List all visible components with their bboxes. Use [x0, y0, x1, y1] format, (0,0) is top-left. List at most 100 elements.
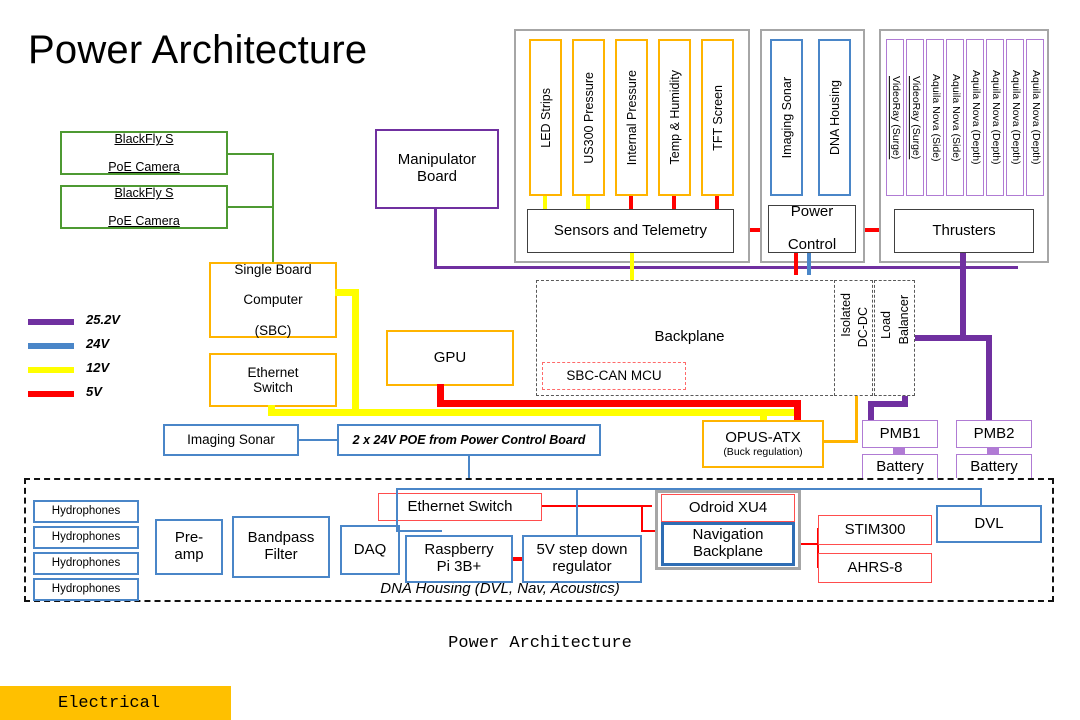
wire-sensor-stub-0 [543, 196, 547, 210]
pre-amp-label: Pre- amp [174, 529, 204, 563]
legend-swatch-24v [28, 343, 74, 349]
sensor-module-3[interactable]: Temp & Humidity [658, 39, 691, 196]
sensor-module-1[interactable]: US300 Pressure [572, 39, 605, 196]
electrical-tag-chip[interactable]: Electrical [0, 686, 231, 720]
thruster-module-4[interactable]: Aquila Nova (Depth) [966, 39, 984, 196]
pmb1[interactable]: PMB1 [862, 420, 938, 448]
load-balancer[interactable]: Load Balancer [874, 280, 915, 396]
hydrophone-1-label: Hydrophones [51, 531, 121, 544]
pmb2-battery[interactable]: Battery [956, 454, 1032, 480]
thruster-module-1[interactable]: VideoRay (Surge) [906, 39, 924, 196]
ethernet-switch-top[interactable]: Ethernet Switch [209, 353, 337, 407]
sensor-module-1-label: US300 Pressure [581, 71, 596, 164]
sbc-line1: Single Board [234, 262, 312, 278]
sensor-module-2-label: Internal Pressure [624, 69, 639, 166]
thruster-module-5[interactable]: Aquila Nova (Depth) [986, 39, 1004, 196]
power-control-line1: Power [790, 202, 834, 220]
thruster-module-7[interactable]: Aquila Nova (Depth) [1026, 39, 1044, 196]
manipulator-board[interactable]: Manipulator Board [375, 129, 499, 209]
sensors-telemetry-footer-label: Sensors and Telemetry [553, 221, 708, 239]
slide-caption: Power Architecture [448, 634, 632, 653]
pc-module-1-label: DNA Housing [827, 79, 842, 156]
wire-pmb2-drop [986, 335, 992, 422]
camera1-line2: PoE Camera [108, 160, 180, 174]
thruster-module-3[interactable]: Aquila Nova (Side) [946, 39, 964, 196]
navigation-backplane[interactable]: Navigation Backplane [661, 522, 795, 566]
sbc-can-mcu[interactable]: SBC-CAN MCU [542, 362, 686, 390]
wire-dcdc-to-opus-h [824, 440, 858, 443]
dvl[interactable]: DVL [936, 505, 1042, 543]
wire-eth-odroid-v [641, 505, 643, 531]
single-board-computer[interactable]: Single Board Computer (SBC) [209, 262, 337, 338]
sensor-module-4[interactable]: TFT Screen [701, 39, 734, 196]
legend-label-5v: 5V [86, 384, 102, 399]
raspberry-pi[interactable]: Raspberry Pi 3B+ [405, 535, 513, 583]
camera2-line2: PoE Camera [108, 214, 180, 228]
sensor-module-2[interactable]: Internal Pressure [615, 39, 648, 196]
isolated-dcdc[interactable]: Isolated DC-DC [834, 280, 873, 396]
sbc-can-mcu-label: SBC-CAN MCU [566, 368, 662, 384]
load-balancer-l1: Load [879, 311, 893, 339]
hydrophone-3[interactable]: Hydrophones [33, 578, 139, 601]
dna-ethernet-switch[interactable]: Ethernet Switch [378, 493, 542, 521]
sensor-module-3-label: Temp & Humidity [667, 70, 682, 165]
thruster-module-1-label: VideoRay (Surge) [909, 75, 922, 160]
hydrophone-3-label: Hydrophones [51, 583, 121, 596]
pc-module-imaging-sonar[interactable]: Imaging Sonar [770, 39, 803, 196]
ahrs8-label: AHRS-8 [847, 558, 903, 576]
wire-sensor-stub-4 [715, 196, 719, 210]
wire-camera1-to-sbc [228, 153, 274, 155]
thruster-module-4-label: Aquila Nova (Depth) [969, 70, 982, 165]
bandpass-filter[interactable]: Bandpass Filter [232, 516, 330, 578]
diagram-canvas: Power Architecture 25.2V 24V 12V 5V Blac… [0, 0, 1080, 720]
thrusters-footer[interactable]: Thrusters [894, 209, 1034, 253]
sensor-module-0-label: LED Strips [538, 87, 553, 148]
hydrophone-2-label: Hydrophones [51, 557, 121, 570]
backplane-label: Backplane [654, 328, 725, 345]
thruster-module-5-label: Aquila Nova (Depth) [989, 70, 1002, 165]
daq[interactable]: DAQ [340, 525, 400, 575]
pre-amp[interactable]: Pre- amp [155, 519, 223, 575]
wire-powerctrl-5v-drop [794, 253, 798, 275]
legend-swatch-5v [28, 391, 74, 397]
hydrophone-2[interactable]: Hydrophones [33, 552, 139, 575]
hydrophone-0[interactable]: Hydrophones [33, 500, 139, 523]
power-control-footer[interactable]: Power Control [768, 202, 856, 253]
wire-eth-to-odroid-h [542, 505, 652, 507]
thruster-module-2-label: Aquila Nova (Side) [929, 73, 942, 162]
wire-5v-bus [437, 400, 801, 407]
pc-module-dna-housing[interactable]: DNA Housing [818, 39, 851, 196]
thruster-module-2[interactable]: Aquila Nova (Side) [926, 39, 944, 196]
camera1-line1: BlackFly S [114, 132, 174, 146]
stim300[interactable]: STIM300 [818, 515, 932, 545]
wire-dcdc-to-opus-v [855, 396, 858, 442]
ethernet-switch-top-label: Ethernet Switch [247, 364, 299, 395]
manipulator-board-label: Manipulator Board [397, 151, 477, 185]
gpu-box[interactable]: GPU [386, 330, 514, 386]
odroid-xu4[interactable]: Odroid XU4 [661, 494, 795, 522]
regulator[interactable]: 5V step down regulator [522, 535, 642, 583]
wire-nav-blue-left-v [396, 488, 398, 532]
legend-swatch-25v [28, 319, 74, 325]
ahrs8[interactable]: AHRS-8 [818, 553, 932, 583]
legend-label-25v: 25.2V [86, 312, 120, 327]
pmb1-battery[interactable]: Battery [862, 454, 938, 480]
thrusters-footer-label: Thrusters [932, 221, 996, 239]
hydrophone-1[interactable]: Hydrophones [33, 526, 139, 549]
sensors-telemetry-footer[interactable]: Sensors and Telemetry [527, 209, 734, 253]
legend-label-12v: 12V [86, 360, 110, 375]
thruster-module-7-label: Aquila Nova (Depth) [1029, 70, 1042, 165]
sensor-module-0[interactable]: LED Strips [529, 39, 562, 196]
opus-atx[interactable]: OPUS-ATX (Buck regulation) [702, 420, 824, 468]
pmb2[interactable]: PMB2 [956, 420, 1032, 448]
blackfly-camera-1[interactable]: BlackFly S PoE Camera [60, 131, 228, 175]
poe-note-label: 2 x 24V POE from Power Control Board [352, 433, 586, 447]
imaging-sonar-left[interactable]: Imaging Sonar [163, 424, 299, 456]
poe-note-box[interactable]: 2 x 24V POE from Power Control Board [337, 424, 601, 456]
thruster-module-0[interactable]: VideoRay (Surge) [886, 39, 904, 196]
wire-camera-bus-vertical [272, 153, 274, 263]
thruster-module-6[interactable]: Aquila Nova (Depth) [1006, 39, 1024, 196]
wire-purple-main-bus [434, 266, 1018, 269]
load-balancer-l2: Balancer [897, 295, 911, 345]
blackfly-camera-2[interactable]: BlackFly S PoE Camera [60, 185, 228, 229]
